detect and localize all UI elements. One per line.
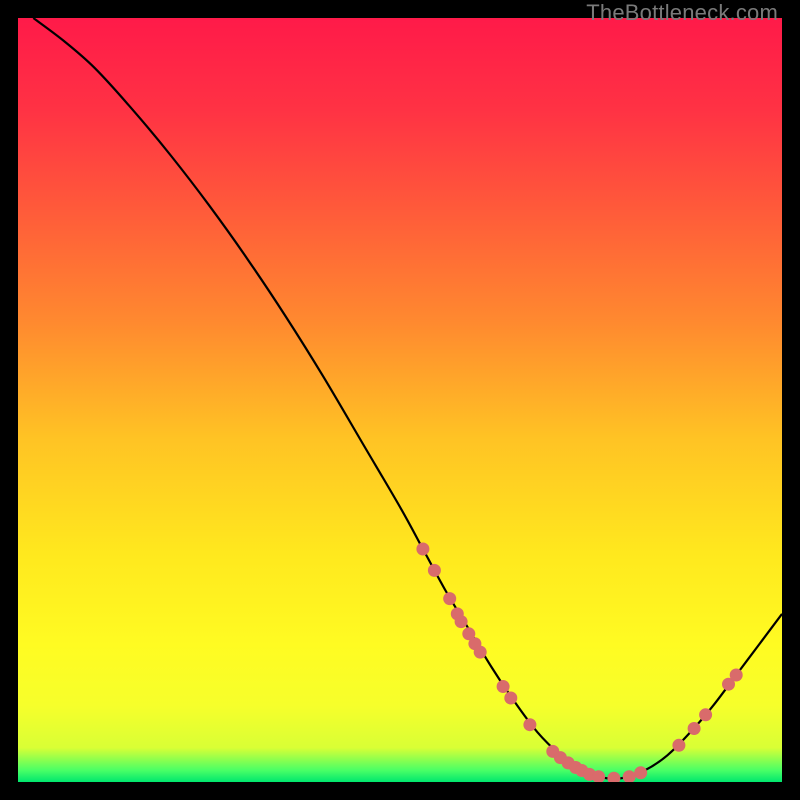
data-marker	[634, 766, 647, 779]
data-marker	[730, 669, 743, 682]
data-marker	[523, 718, 536, 731]
data-marker	[699, 708, 712, 721]
data-marker	[428, 564, 441, 577]
watermark-text: TheBottleneck.com	[586, 0, 778, 26]
gradient-background	[18, 18, 782, 782]
data-marker	[672, 739, 685, 752]
bottleneck-chart	[18, 18, 782, 782]
data-marker	[688, 722, 701, 735]
data-marker	[504, 692, 517, 705]
data-marker	[455, 615, 468, 628]
data-marker	[474, 646, 487, 659]
data-marker	[443, 592, 456, 605]
data-marker	[416, 543, 429, 556]
data-marker	[497, 680, 510, 693]
chart-frame	[18, 18, 782, 782]
